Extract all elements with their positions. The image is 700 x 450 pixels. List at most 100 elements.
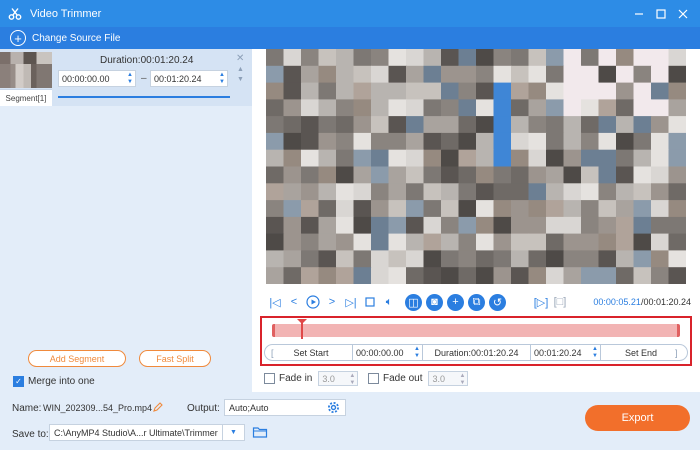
fade-out-checkbox[interactable]: [368, 373, 379, 384]
play-segment-icon[interactable]: [▷]: [532, 293, 550, 311]
fade-out-field[interactable]: 3.0 ▲ ▼: [428, 371, 469, 387]
stop-icon[interactable]: [361, 293, 379, 311]
volume-icon[interactable]: 🔈︎: [380, 293, 398, 311]
video-pixel: [511, 183, 530, 201]
start-time-field[interactable]: 00:00:00.00 ▲ ▼: [353, 345, 423, 360]
next-frame-icon[interactable]: >: [323, 293, 341, 311]
video-pixel: [406, 267, 425, 284]
video-pixel: [546, 200, 565, 218]
delete-segment-icon[interactable]: ✕: [236, 53, 244, 64]
playhead-marker[interactable]: [297, 319, 307, 339]
save-path-field[interactable]: C:\AnyMP4 Studio\A...r Ultimate\Trimmer …: [49, 424, 245, 441]
stop-segment-icon: [□]: [553, 296, 567, 308]
video-pixel: [388, 149, 407, 168]
video-pixel: [633, 166, 652, 184]
video-pixel: [616, 149, 635, 168]
video-preview[interactable]: [266, 49, 686, 284]
video-pixel: [336, 65, 355, 84]
video-pixel: [441, 200, 460, 218]
merge-option[interactable]: ✓ Merge into one: [13, 376, 95, 387]
video-pixel: [371, 82, 390, 100]
segment-thumbnail: [0, 52, 52, 88]
spinner-icon[interactable]: ▲ ▼: [592, 345, 598, 360]
video-pixel: [616, 216, 635, 235]
export-button[interactable]: Export: [585, 405, 690, 431]
close-icon[interactable]: [672, 3, 694, 25]
video-pixel: [423, 250, 442, 268]
segment-end-field[interactable]: 00:01:20.24 ▲ ▼: [150, 70, 228, 87]
video-pixel: [301, 65, 320, 84]
output-format-field[interactable]: Auto;Auto: [224, 399, 346, 416]
video-pixel: [668, 49, 686, 67]
copy-icon[interactable]: ⧉: [468, 293, 485, 311]
video-pixel: [476, 65, 495, 84]
video-pixel: [283, 216, 302, 235]
play-icon[interactable]: [304, 293, 322, 311]
segment-row[interactable]: Segment[1] Duration:00:01:20.24 00:00:00…: [0, 49, 252, 106]
spinner-icon[interactable]: ▲ ▼: [460, 372, 466, 387]
video-pixel: [266, 200, 285, 218]
set-end-button[interactable]: Set End ]: [601, 345, 687, 360]
video-pixel: [563, 166, 582, 184]
change-source-button[interactable]: Change Source File: [32, 33, 120, 44]
video-pixel: [283, 132, 302, 151]
video-pixel: [336, 149, 355, 168]
video-pixel: [668, 183, 686, 201]
video-pixel: [476, 250, 495, 268]
add-segment-button[interactable]: Add Segment: [28, 350, 126, 367]
spinner-icon[interactable]: ▲ ▼: [219, 71, 225, 86]
spinner-icon[interactable]: ▲ ▼: [414, 345, 420, 360]
edit-name-icon[interactable]: [152, 401, 164, 416]
video-pixel: [511, 267, 530, 284]
reorder-arrows-icon[interactable]: ▲ ▼: [237, 65, 244, 85]
fade-in-field[interactable]: 3.0 ▲ ▼: [318, 371, 359, 387]
loop-icon[interactable]: ◫: [405, 293, 422, 311]
video-pixel: [336, 183, 355, 201]
open-folder-icon[interactable]: [252, 425, 268, 442]
video-pixel: [283, 166, 302, 184]
prev-frame-icon[interactable]: <: [285, 293, 303, 311]
skip-end-icon[interactable]: ▷|: [342, 293, 360, 311]
spinner-icon[interactable]: ▲ ▼: [349, 372, 355, 387]
fade-in-option[interactable]: Fade in 3.0 ▲ ▼: [264, 371, 359, 387]
add-circle-icon[interactable]: +: [10, 30, 26, 46]
video-pixel: [371, 99, 390, 117]
add-icon[interactable]: +: [447, 293, 464, 311]
video-pixel: [423, 65, 442, 84]
video-pixel: [283, 233, 302, 251]
maximize-icon[interactable]: [650, 3, 672, 25]
video-pixel: [406, 99, 425, 117]
fade-out-option[interactable]: Fade out 3.0 ▲ ▼: [368, 371, 469, 387]
minimize-icon[interactable]: [628, 3, 650, 25]
video-pixel: [476, 116, 495, 134]
output-format-value: Auto;Auto: [229, 402, 269, 413]
video-pixel: [406, 250, 425, 268]
video-pixel: [651, 116, 670, 134]
video-pixel: [616, 267, 635, 284]
set-start-button[interactable]: [ Set Start: [265, 345, 353, 360]
reset-icon[interactable]: ↺: [489, 293, 506, 311]
video-pixel: [563, 49, 582, 67]
snapshot-icon[interactable]: ◙: [426, 293, 443, 311]
video-pixel: [318, 49, 337, 67]
merge-checkbox[interactable]: ✓: [13, 376, 24, 387]
segment-tab[interactable]: Segment[1]: [0, 89, 52, 106]
segment-start-field[interactable]: 00:00:00.00 ▲ ▼: [58, 70, 136, 87]
fade-in-checkbox[interactable]: [264, 373, 275, 384]
trim-timeline[interactable]: [272, 319, 680, 339]
video-pixel: [493, 166, 512, 184]
video-pixel: [546, 250, 565, 268]
chevron-down-icon[interactable]: ▼: [222, 425, 244, 440]
end-time-field[interactable]: 00:01:20.24 ▲ ▼: [531, 345, 601, 360]
video-pixel: [318, 200, 337, 218]
video-frame: [266, 49, 686, 284]
fast-split-button[interactable]: Fast Split: [139, 350, 211, 367]
skip-start-icon[interactable]: |◁: [266, 293, 284, 311]
settings-gear-icon[interactable]: [327, 401, 340, 416]
video-pixel: [336, 116, 355, 134]
video-pixel: [528, 116, 547, 134]
spinner-icon[interactable]: ▲ ▼: [127, 71, 133, 86]
video-pixel: [266, 82, 285, 100]
video-pixel: [406, 183, 425, 201]
video-pixel: [511, 116, 530, 134]
